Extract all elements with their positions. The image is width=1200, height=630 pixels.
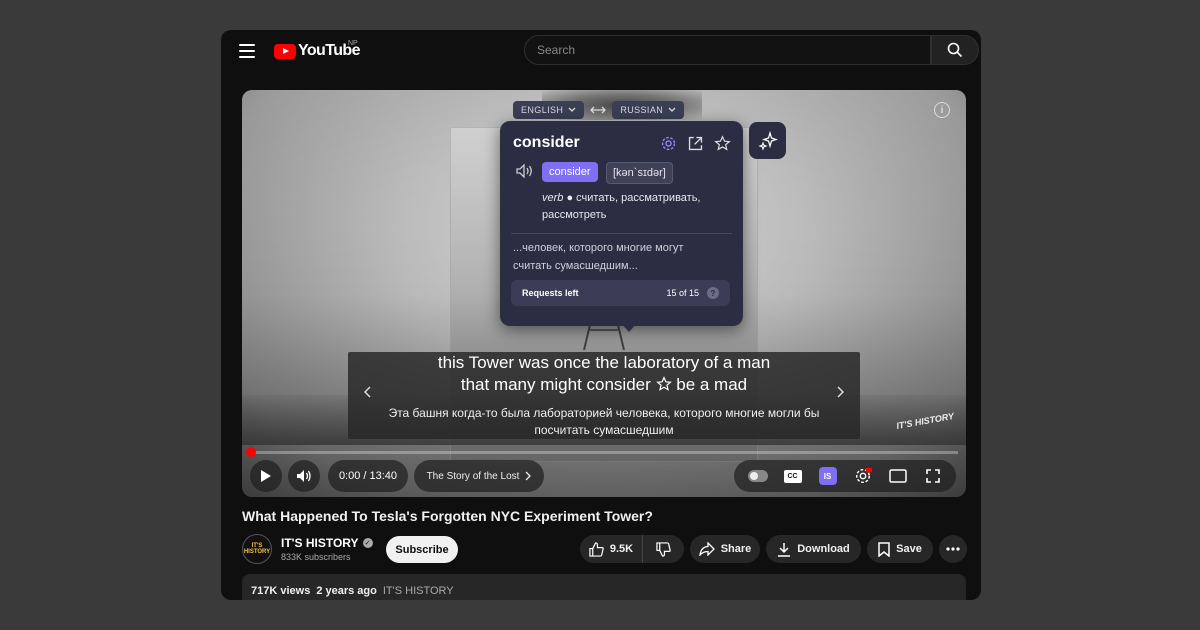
- context-sentence: ...человек, которого многие могут считат…: [513, 242, 684, 272]
- like-button[interactable]: 9.5K: [580, 535, 643, 563]
- save-button[interactable]: Save: [867, 535, 933, 563]
- autoplay-toggle[interactable]: [747, 466, 768, 486]
- source-language-label: ENGLISH: [521, 105, 564, 115]
- search-input[interactable]: Search: [524, 35, 931, 65]
- share-label: Share: [720, 543, 752, 555]
- ipa-transcription: [kən`sɪdər]: [606, 162, 673, 184]
- chevron-right-icon: [525, 471, 532, 481]
- extension-icon: IS: [818, 467, 837, 485]
- verified-icon: ✓: [362, 538, 373, 548]
- download-label: Download: [797, 543, 850, 555]
- volume-icon: [297, 470, 311, 482]
- extension-button[interactable]: IS: [818, 466, 838, 486]
- popup-tail: [621, 323, 637, 332]
- english-subtitle-line-1: this Tower was once the laboratory of a …: [437, 353, 771, 372]
- bookmark-icon: [878, 541, 890, 557]
- dislike-button[interactable]: [643, 535, 684, 563]
- subscribe-button[interactable]: Subscribe: [386, 536, 458, 563]
- divider: [511, 233, 732, 234]
- star-icon[interactable]: [714, 135, 731, 152]
- open-external-icon[interactable]: [687, 135, 704, 152]
- popup-word: consider: [513, 134, 580, 151]
- info-icon[interactable]: i: [934, 102, 950, 118]
- upload-age: 2 years ago: [316, 585, 377, 597]
- share-icon: [698, 542, 715, 556]
- word-chip[interactable]: consider: [542, 162, 598, 182]
- header: YouTube NP Search: [221, 30, 981, 74]
- channel-avatar[interactable]: IT'S HISTORY: [242, 534, 272, 564]
- dual-subtitles: this Tower was once the laboratory of a …: [348, 352, 860, 439]
- captions-icon: CC: [783, 469, 802, 483]
- search-icon: [947, 42, 963, 58]
- progress-bar[interactable]: [250, 451, 958, 454]
- progress-scrubber[interactable]: [246, 447, 256, 457]
- time-display: 0:00 / 13:40: [328, 460, 408, 492]
- subscriber-count: 833K subscribers: [281, 552, 351, 562]
- play-button[interactable]: [250, 460, 282, 492]
- fullscreen-button[interactable]: [923, 466, 943, 486]
- like-count: 9.5K: [609, 543, 634, 555]
- english-subtitle[interactable]: this Tower was once the laboratory of a …: [378, 352, 830, 396]
- download-button[interactable]: Download: [766, 535, 861, 563]
- more-horizontal-icon: [946, 547, 960, 551]
- share-button[interactable]: Share: [690, 535, 760, 563]
- thumbs-down-icon: [656, 541, 671, 557]
- volume-button[interactable]: [288, 460, 320, 492]
- theater-mode-button[interactable]: [888, 466, 908, 486]
- search-button[interactable]: [931, 35, 979, 65]
- ai-sparkle-button[interactable]: [749, 122, 786, 159]
- chapter-title: The Story of the Lost: [426, 470, 520, 482]
- save-label: Save: [896, 543, 922, 555]
- translation-popup: consider consider [kən`sɪdər] verb ● счи…: [500, 121, 743, 326]
- help-icon[interactable]: ?: [707, 287, 719, 299]
- menu-icon[interactable]: [239, 44, 255, 58]
- target-language-label: RUSSIAN: [620, 105, 664, 115]
- swap-languages-icon[interactable]: [590, 105, 607, 115]
- requests-value: 15 of 15: [666, 288, 699, 298]
- chevron-left-icon[interactable]: [364, 386, 372, 398]
- youtube-window: YouTube NP Search i IT'S HISTORY ENGLISH: [221, 30, 981, 600]
- description-channel: IT'S HISTORY: [382, 585, 454, 597]
- theater-icon: [888, 469, 907, 483]
- search-placeholder: Search: [537, 43, 576, 57]
- view-count: 717K views: [251, 585, 311, 597]
- chevron-down-icon: [568, 107, 576, 112]
- download-icon: [778, 542, 791, 557]
- source-language-select[interactable]: ENGLISH: [513, 101, 585, 119]
- settings-icon: [855, 467, 872, 484]
- thumbs-up-icon: [589, 541, 604, 557]
- chapter-button[interactable]: The Story of the Lost: [414, 460, 544, 492]
- language-bar: ENGLISH RUSSIAN: [513, 99, 685, 121]
- settings-button[interactable]: [853, 466, 873, 486]
- requests-left-bar: Requests left 15 of 15 ?: [511, 280, 730, 306]
- captions-button[interactable]: CC: [783, 466, 803, 486]
- channel-name[interactable]: IT'S HISTORY ✓: [281, 536, 373, 550]
- player-right-controls: CC IS: [734, 460, 956, 492]
- more-actions-button[interactable]: [939, 535, 967, 563]
- popup-actions: [660, 135, 731, 152]
- gear-icon[interactable]: [660, 135, 677, 152]
- english-subtitle-line-2: that many might consider be a mad: [460, 375, 748, 394]
- chevron-right-icon[interactable]: [836, 386, 844, 398]
- star-icon[interactable]: [655, 376, 672, 392]
- translations: считать, рассматривать, рассмотреть: [542, 192, 701, 221]
- play-icon: [261, 470, 271, 482]
- region-badge: NP: [348, 40, 358, 47]
- description-box[interactable]: 717K views 2 years ago IT'S HISTORY: [242, 574, 966, 600]
- part-of-speech: verb: [542, 192, 564, 204]
- youtube-play-icon: [274, 43, 296, 59]
- chevron-down-icon: [668, 107, 676, 112]
- video-player[interactable]: i IT'S HISTORY ENGLISH RUSSIAN consider …: [242, 90, 966, 497]
- sparkle-icon: [757, 130, 778, 151]
- fullscreen-icon: [925, 469, 940, 483]
- video-title: What Happened To Tesla's Forgotten NYC E…: [242, 508, 653, 524]
- requests-label: Requests left: [522, 288, 579, 298]
- speaker-icon[interactable]: [516, 164, 534, 178]
- target-language-select[interactable]: RUSSIAN: [612, 101, 685, 119]
- definition: verb ● считать, рассматривать, рассмотре…: [542, 192, 701, 221]
- russian-subtitle: Эта башня когда-то была лабораторией чел…: [388, 406, 820, 437]
- youtube-logo[interactable]: YouTube: [274, 42, 360, 60]
